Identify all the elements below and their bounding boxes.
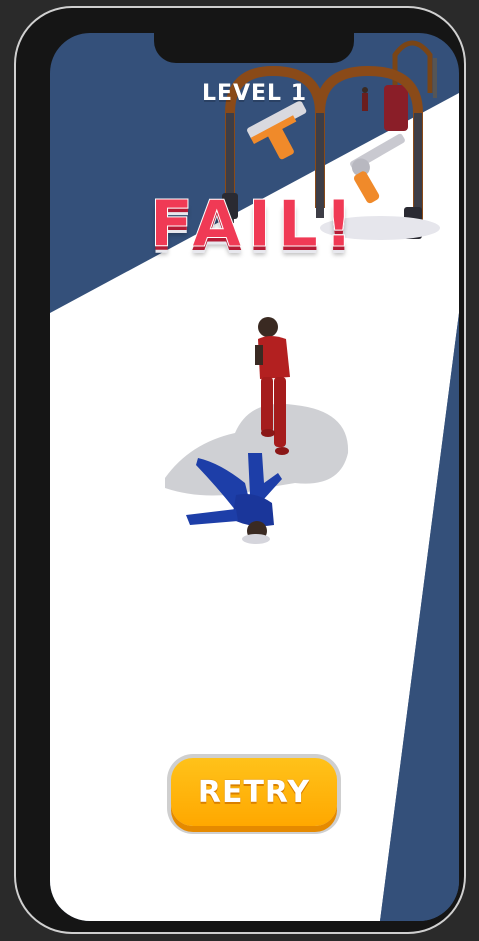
retry-button[interactable]: RETRY — [167, 754, 341, 834]
fail-title: FAIL! — [149, 188, 360, 263]
retry-button-face[interactable]: RETRY — [171, 758, 337, 826]
pistol-icon — [247, 100, 307, 160]
phone-frame: LEVEL 1 FAIL! RETRY — [14, 6, 466, 934]
retry-button-label: RETRY — [197, 774, 311, 810]
level-indicator: LEVEL 1 — [201, 81, 308, 106]
phone-notch — [154, 26, 354, 63]
game-viewport: LEVEL 1 FAIL! RETRY — [50, 33, 459, 921]
